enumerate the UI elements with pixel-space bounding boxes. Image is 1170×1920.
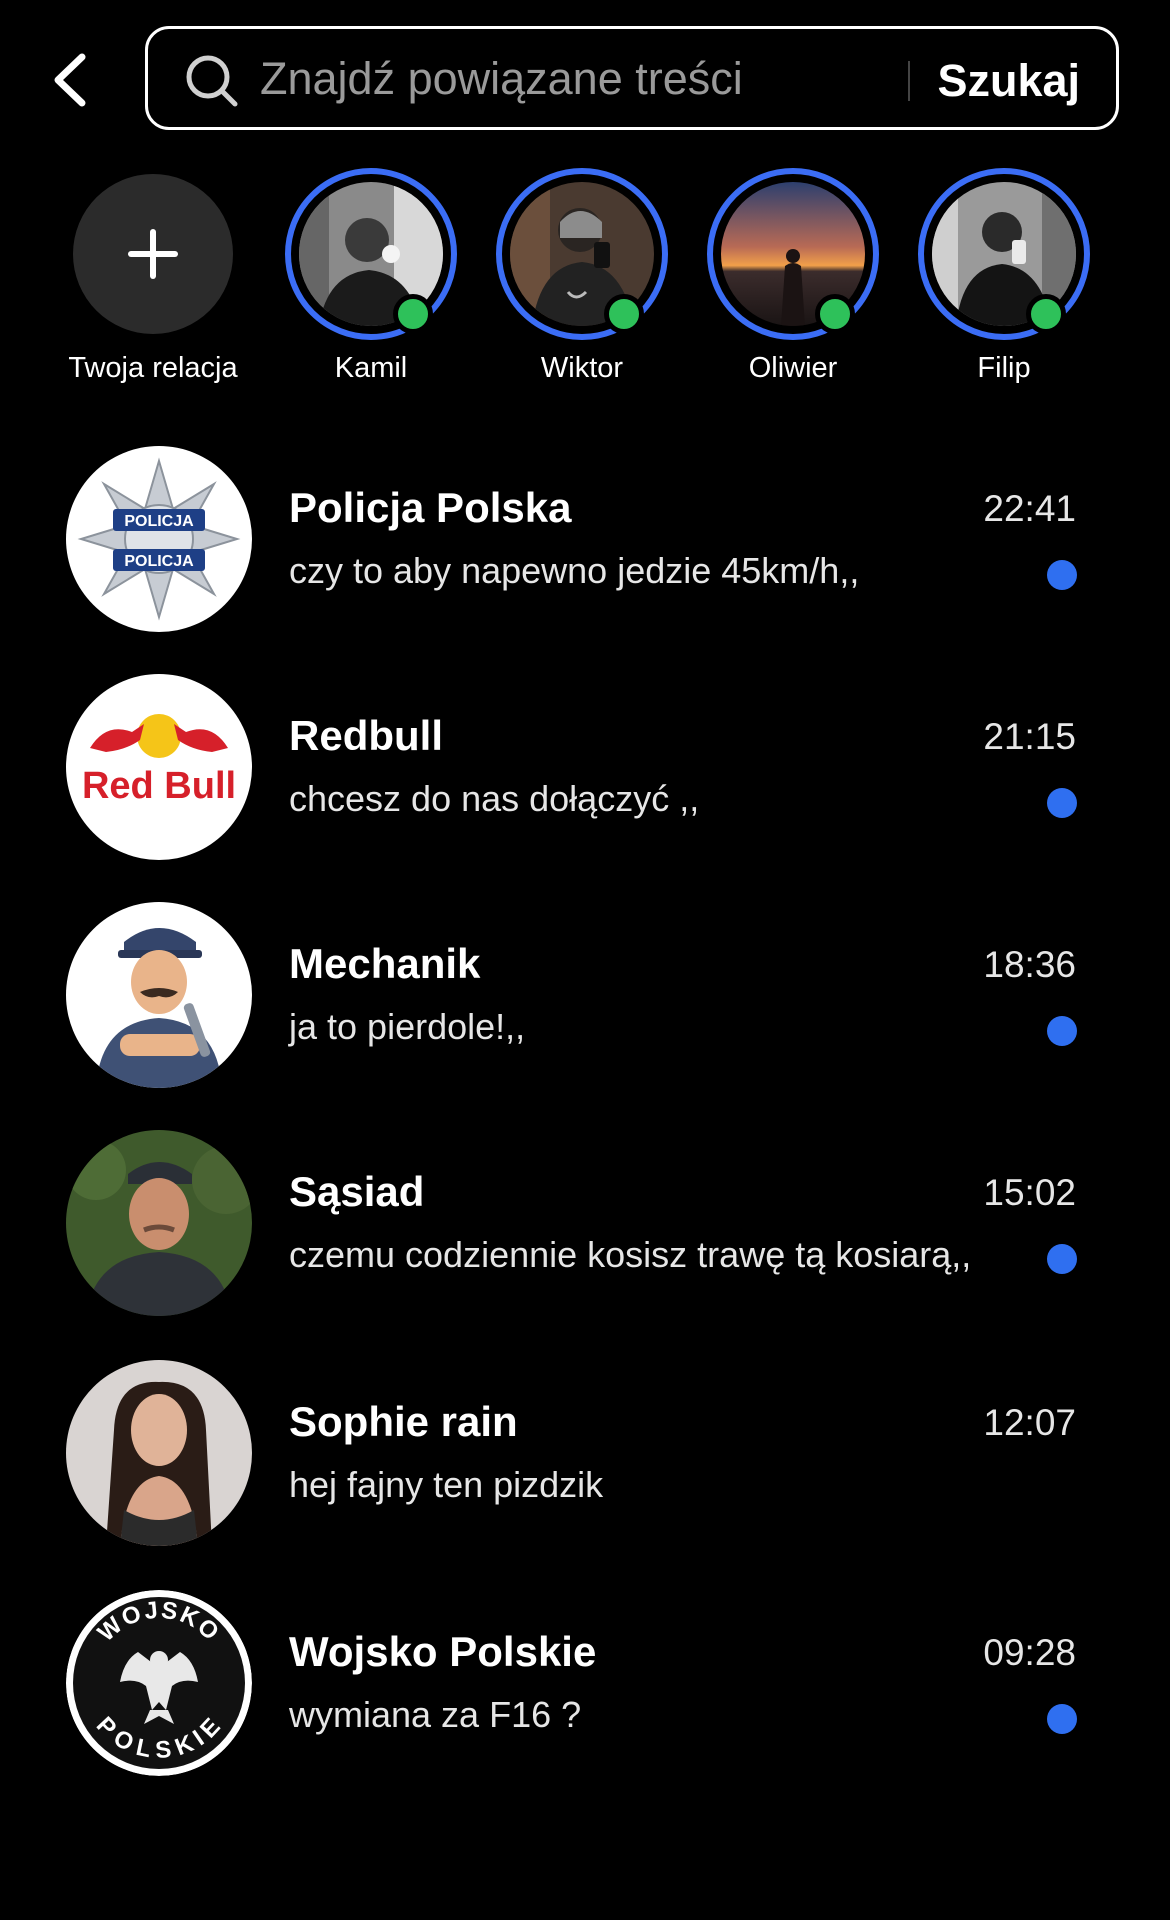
story-name: Oliwier (748, 352, 838, 384)
add-story-button[interactable] (73, 174, 233, 334)
online-indicator (1026, 294, 1066, 334)
chevron-left-icon (54, 53, 86, 107)
story-name: Filip (977, 352, 1031, 384)
conversation-item[interactable]: Sąsiad czemu codziennie kosisz trawę tą … (0, 1124, 1170, 1324)
conversation-item[interactable]: POLICJA POLICJA Policja Polska czy to ab… (0, 440, 1170, 640)
story-name: Wiktor (540, 352, 624, 384)
conversation-name: Redbull (289, 712, 443, 759)
conversation-item[interactable]: Mechanik ja to pierdole!,, 18:36 (0, 896, 1170, 1096)
online-indicator (604, 294, 644, 334)
redbull-logo-text: Red Bull (82, 765, 236, 807)
conversation-message: hej fajny ten pizdzik (289, 1464, 604, 1505)
stories-row: Twoja relacja Kamil Wiktor Oliwier Filip (0, 168, 1170, 398)
unread-indicator (1047, 560, 1077, 590)
conversation-message: czemu codziennie kosisz trawę tą kosiarą… (289, 1234, 972, 1275)
avatar: Red Bull (66, 674, 252, 860)
plus-icon (128, 229, 178, 279)
story-oliwier[interactable]: Oliwier (677, 168, 909, 398)
search-box: Szukaj (145, 26, 1119, 130)
unread-indicator (1047, 788, 1077, 818)
unread-indicator (1047, 1704, 1077, 1734)
conversation-item[interactable]: Red Bull Redbull chcesz do nas dołączyć … (0, 668, 1170, 868)
avatar (66, 902, 252, 1088)
conversation-time: 21:15 (983, 716, 1076, 757)
policja-logo-text: POLICJA (124, 553, 194, 570)
online-indicator (393, 294, 433, 334)
conversation-name: Wojsko Polskie (289, 1628, 597, 1675)
story-wiktor[interactable]: Wiktor (466, 168, 698, 398)
conversation-name: Mechanik (289, 940, 481, 987)
search-submit-button[interactable]: Szukaj (937, 51, 1080, 111)
conversation-message: czy to aby napewno jedzie 45km/h,, (289, 550, 860, 591)
conversation-item[interactable]: Sophie rain hej fajny ten pizdzik 12:07 (0, 1354, 1170, 1554)
policja-logo-text: POLICJA (124, 513, 194, 530)
online-indicator (815, 294, 855, 334)
avatar: WOJSKO POLSKIE (66, 1590, 252, 1776)
conversation-message: ja to pierdole!,, (289, 1006, 526, 1047)
conversation-name: Sophie rain (289, 1398, 518, 1445)
conversation-name: Sąsiad (289, 1168, 425, 1215)
conversation-time: 09:28 (983, 1632, 1076, 1673)
conversation-message: chcesz do nas dołączyć ,, (289, 778, 700, 819)
conversation-item[interactable]: WOJSKO POLSKIE Wojsko Polskie wymiana za… (0, 1584, 1170, 1784)
top-bar: Szukaj (0, 26, 1170, 134)
search-divider (908, 61, 910, 101)
back-button[interactable] (38, 48, 102, 112)
story-name: Kamil (334, 352, 408, 384)
conversation-time: 15:02 (983, 1172, 1076, 1213)
unread-indicator (1047, 1016, 1077, 1046)
story-filip[interactable]: Filip (888, 168, 1120, 398)
unread-indicator (1047, 1244, 1077, 1274)
conversation-time: 12:07 (983, 1402, 1076, 1443)
avatar: POLICJA POLICJA (66, 446, 252, 632)
avatar (66, 1130, 252, 1316)
story-kamil[interactable]: Kamil (255, 168, 487, 398)
conversation-name: Policja Polska (289, 484, 572, 531)
avatar (66, 1360, 252, 1546)
search-icon (186, 55, 238, 107)
conversation-time: 22:41 (983, 488, 1076, 529)
search-input[interactable] (260, 47, 1020, 111)
conversation-time: 18:36 (983, 944, 1076, 985)
conversation-message: wymiana za F16 ? (289, 1694, 582, 1735)
